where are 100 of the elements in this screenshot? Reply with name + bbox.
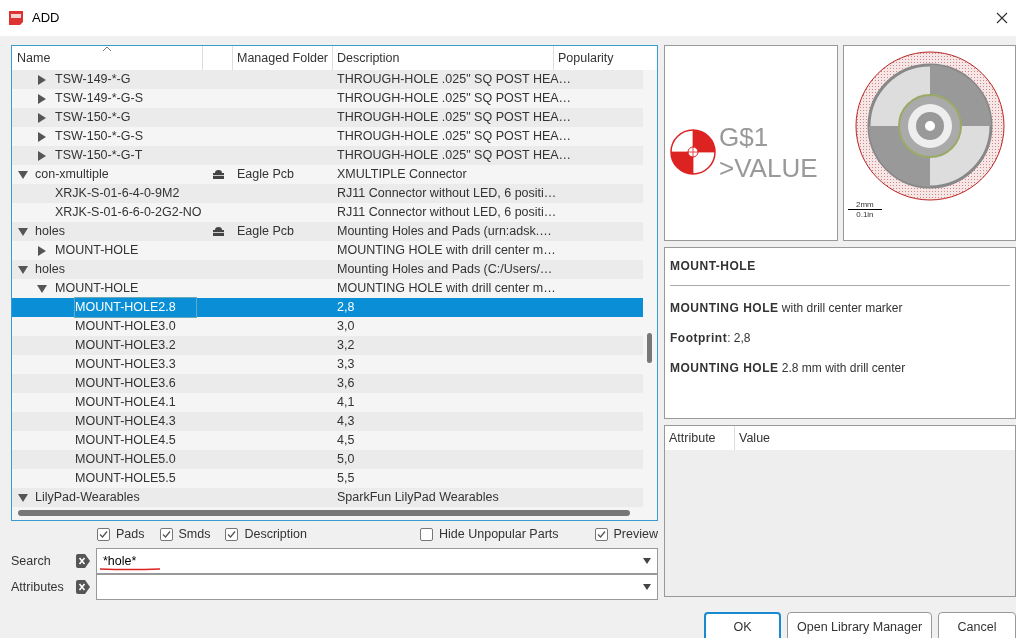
checkbox[interactable] [159,528,173,541]
info-paragraph: MOUNTING HOLE 2.8 mm with drill center [670,360,907,376]
part-name: MOUNT-HOLE [55,280,139,298]
expanded-arrow-icon[interactable] [18,264,28,275]
part-description: 5,5 [337,470,355,488]
window-title: ADD [32,9,61,28]
part-name: MOUNT-HOLE2.8 [75,298,196,317]
part-description: 3,3 [337,356,355,374]
part-name: LilyPad-Wearables [35,489,140,507]
info-paragraph: Footprint: 2,8 [670,330,752,346]
dialog-button[interactable]: Open Library Manager [787,612,933,638]
field-label: Attributes [11,578,65,596]
info-title: MOUNT-HOLE [670,248,1010,286]
part-name: holes [35,261,65,279]
checkbox[interactable] [420,528,433,541]
part-name: MOUNT-HOLE3.6 [75,375,176,393]
checkbox[interactable] [97,528,110,541]
dropdown-caret-icon[interactable] [643,584,651,590]
collapsed-arrow-icon[interactable] [37,150,47,161]
part-name: MOUNT-HOLE3.0 [75,318,176,336]
part-name: MOUNT-HOLE3.3 [75,356,176,374]
part-description: THROUGH-HOLE .025" SQ POST HEA… [337,71,572,89]
part-description: THROUGH-HOLE .025" SQ POST HEA… [337,128,572,146]
expanded-arrow-icon[interactable] [18,226,28,237]
sort-icon [103,46,111,51]
symbol-value-text: >VALUE [719,153,818,183]
clear-icon[interactable] [75,580,90,594]
part-name: holes [35,223,65,241]
check-icon [99,530,108,539]
table-row[interactable]: MOUNT-HOLE2.8 2,8 [12,298,643,317]
expanded-arrow-icon[interactable] [18,169,28,180]
part-description: 2,8 [337,299,355,317]
part-name: MOUNT-HOLE4.5 [75,432,176,450]
collapsed-arrow-icon[interactable] [37,245,47,256]
field-label: Search [11,552,52,570]
part-name: MOUNT-HOLE5.0 [75,451,176,469]
vertical-scrollbar[interactable] [647,333,652,363]
part-name: MOUNT-HOLE4.3 [75,413,176,431]
table-row[interactable]: LilyPad-Wearables SparkFun LilyPad Wearables [12,488,643,507]
collapsed-arrow-icon[interactable] [37,112,47,123]
check-icon [596,530,606,539]
part-description: 5,0 [337,451,355,469]
column-header[interactable]: Popularity [554,46,643,70]
part-name: con-xmultiple [35,166,109,184]
table-row[interactable]: TSW-150-*-G THROUGH-HOLE .025" SQ POST HEA… [12,108,643,127]
part-name: MOUNT-HOLE [55,242,139,260]
table-row[interactable]: MOUNT-HOLE5.0 5,0 [12,450,643,469]
part-description: SparkFun LilyPad Wearables [337,489,499,507]
expanded-arrow-icon[interactable] [18,492,28,503]
collapsed-arrow-icon[interactable] [37,74,47,85]
part-description: THROUGH-HOLE .025" SQ POST HEA… [337,90,572,108]
filter-checkbox[interactable]: Description [225,525,307,544]
info-paragraph: MOUNTING HOLE with drill center marker [670,300,904,316]
table-row[interactable]: XRJK-S-01-6-4-0-9M2 RJ11 Connector without LED, 6 positi… [12,184,643,203]
part-name: MOUNT-HOLE3.2 [75,337,176,355]
horizontal-scrollbar[interactable] [18,510,630,516]
part-description: THROUGH-HOLE .025" SQ POST HEA… [337,147,572,165]
part-description: 4,1 [337,394,355,412]
part-description: 4,5 [337,432,355,450]
column-header[interactable]: Attribute [665,426,735,450]
part-description: RJ11 Connector without LED, 6 positi… [337,204,557,222]
managed-folder: Eagle Pcb [237,223,294,241]
table-row[interactable]: holes Eagle Pcb Mounting Holes and Pads (urn:adsk.… [12,222,643,241]
scale-metric: 2mm [848,200,882,210]
checkbox[interactable] [225,528,239,541]
table-row[interactable]: MOUNT-HOLE3.6 3,6 [12,374,643,393]
table-row[interactable]: MOUNT-HOLE4.3 4,3 [12,412,643,431]
table-row[interactable]: holes Mounting Holes and Pads (C:/Users/… [12,260,643,279]
part-description: THROUGH-HOLE .025" SQ POST HEA… [337,109,572,127]
check-icon [161,530,171,539]
part-name: MOUNT-HOLE5.5 [75,470,176,488]
close-icon[interactable] [996,12,1008,24]
search-text: *hole* [103,551,137,571]
collapsed-arrow-icon[interactable] [37,131,47,142]
part-name: TSW-149-*-G [55,71,131,89]
scale-imperial: 0.1in [856,210,874,219]
search-field[interactable]: *hole* [96,548,658,574]
part-description: Mounting Holes and Pads (urn:adsk.… [337,223,552,241]
part-description: RJ11 Connector without LED, 6 positi… [337,185,557,203]
collapsed-arrow-icon[interactable] [37,93,47,104]
expanded-arrow-icon[interactable] [37,283,47,294]
dialog-button[interactable]: OK [704,612,781,638]
part-name: XRJK-S-01-6-6-0-2G2-NO [55,204,202,222]
table-row[interactable]: TSW-150-*-G-T THROUGH-HOLE .025" SQ POST HEA… [12,146,643,165]
dialog-button[interactable]: Cancel [938,612,1016,638]
attributes-field[interactable] [96,574,658,600]
filter-checkbox[interactable]: Smds [159,525,211,544]
filter-checkbox[interactable]: Hide Unpopular Parts [420,525,559,544]
checkbox[interactable] [594,528,608,541]
dropdown-caret-icon[interactable] [643,558,651,564]
filter-checkbox[interactable]: Pads [97,525,145,544]
column-header[interactable]: Value [735,426,1015,450]
table-row[interactable]: MOUNT-HOLE3.2 3,2 [12,336,643,355]
part-description: XMULTIPLE Connector [337,166,467,184]
table-row[interactable]: TSW-149-*-G THROUGH-HOLE .025" SQ POST HEA… [12,70,643,89]
filter-checkbox[interactable]: Preview [594,525,658,544]
check-icon [227,530,237,539]
part-description: MOUNTING HOLE with drill center m… [337,242,556,260]
clear-icon[interactable] [75,554,90,568]
part-description: 3,6 [337,375,355,393]
